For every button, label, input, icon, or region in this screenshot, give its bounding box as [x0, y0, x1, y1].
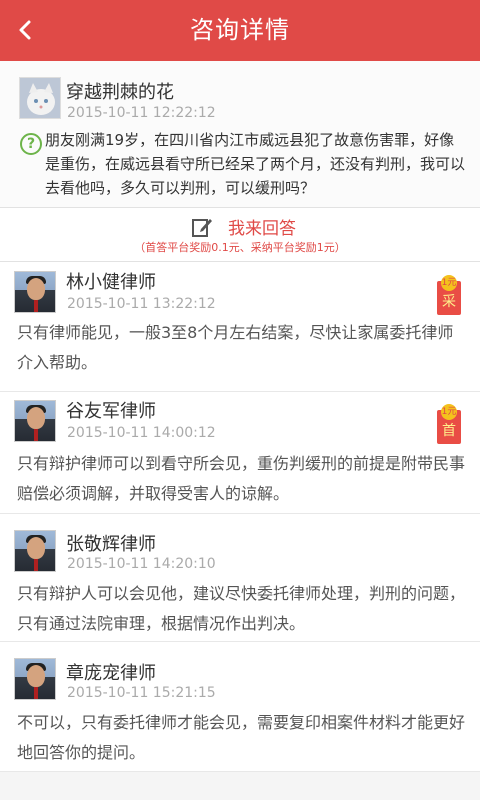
edit-icon[interactable]: [191, 216, 213, 238]
coin-icon: 1元: [441, 275, 457, 291]
question-mark-icon: ?: [20, 133, 42, 155]
cat-avatar-image: [20, 78, 60, 118]
question-text: 朋友刚满19岁，在四川省内江市威远县犯了故意伤害罪，好像是重伤，在威远县看守所已…: [45, 131, 466, 197]
avatar-face: [27, 537, 45, 559]
lawyer-avatar[interactable]: [14, 530, 56, 572]
adopted-badge: 1元 采: [437, 275, 461, 315]
user-avatar[interactable]: [19, 77, 61, 119]
avatar-face: [27, 665, 45, 687]
app-header: 咨询详情: [0, 0, 480, 61]
first-answer-badge: 1元 首: [437, 404, 461, 444]
answer-text: 不可以，只有委托律师才能会见，需要复印相案件材料才能更好地回答你的提问。: [17, 713, 466, 762]
answer-text: 只有辩护律师可以到看守所会见，重伤判缓刑的前提是附带民事赔偿必须调解，并取得受害…: [17, 454, 466, 503]
lawyer-name[interactable]: 谷友军律师: [66, 397, 156, 423]
reward-note: （首答平台奖励0.1元、采纳平台奖励1元）: [134, 241, 346, 254]
lawyer-avatar[interactable]: [14, 400, 56, 442]
avatar-tie: [34, 300, 38, 312]
avatar-face: [27, 278, 45, 300]
answer-button-label[interactable]: 我来回答: [228, 214, 296, 239]
answer-time: 2015-10-11 14:00:12: [67, 425, 216, 441]
answer-text: 只有律师能见，一般3至8个月左右结案，尽快让家属委托律师介入帮助。: [17, 323, 454, 372]
lawyer-name[interactable]: 林小健律师: [66, 268, 156, 294]
coin-icon: 1元: [441, 404, 457, 420]
avatar-tie: [34, 687, 38, 699]
badge-label: 采: [442, 294, 456, 310]
lawyer-avatar[interactable]: [14, 271, 56, 313]
page-title: 咨询详情: [190, 16, 290, 44]
lawyer-name[interactable]: 张敬辉律师: [66, 530, 156, 556]
answer-time: 2015-10-11 14:20:10: [67, 556, 216, 572]
lawyer-avatar[interactable]: [14, 658, 56, 700]
avatar-face: [27, 407, 45, 429]
avatar-tie: [34, 429, 38, 441]
question-time: 2015-10-11 12:22:12: [67, 105, 216, 121]
answer-time: 2015-10-11 13:22:12: [67, 296, 216, 312]
lawyer-name[interactable]: 章庞宠律师: [66, 659, 156, 685]
avatar-tie: [34, 559, 38, 571]
question-username[interactable]: 穿越荆棘的花: [66, 78, 174, 104]
answer-text: 只有辩护人可以会见他，建议尽快委托律师处理，判刑的问题，只有通过法院审理，根据情…: [17, 584, 466, 633]
badge-label: 首: [442, 423, 456, 439]
answer-time: 2015-10-11 15:21:15: [67, 685, 216, 701]
